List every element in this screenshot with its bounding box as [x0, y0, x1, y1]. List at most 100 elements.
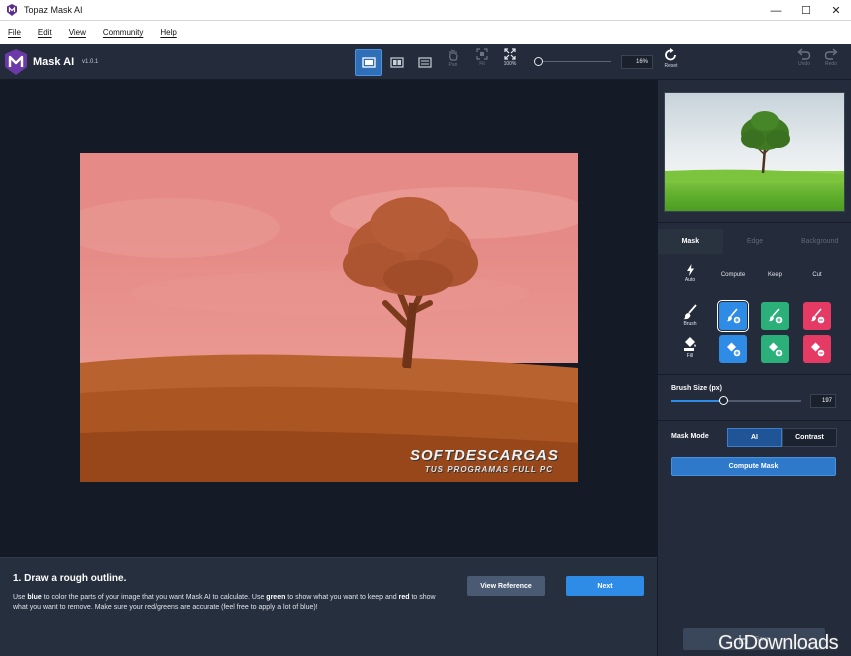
fit-label: Fit [479, 61, 485, 67]
toolbar: Mask AI v1.0.1 Pan Fit 100% Reset Undo R… [0, 44, 851, 80]
mask-mode-label: Mask Mode [671, 433, 709, 440]
masked-photo[interactable]: SOFTDESCARGAS TUS PROGRAMAS FULL PC [80, 153, 578, 482]
menu-file[interactable]: File [8, 28, 21, 37]
tree-and-field-image [80, 187, 578, 482]
mask-mode-ai-button[interactable]: AI [727, 428, 782, 447]
brush-size-value[interactable]: 197 [810, 394, 836, 408]
brush-add-icon [726, 308, 741, 324]
minimize-button[interactable]: — [761, 0, 791, 21]
single-view-button[interactable] [355, 49, 382, 76]
brush-label: Brush [683, 321, 697, 327]
compute-brush-button[interactable] [717, 300, 749, 332]
menu-community[interactable]: Community [103, 28, 143, 37]
keep-fill-button[interactable] [761, 335, 789, 363]
fill-cut-icon [811, 342, 825, 357]
step-heading: 1. Draw a rough outline. [13, 573, 127, 584]
menu-view[interactable]: View [69, 28, 86, 37]
preview-tree-image [665, 111, 844, 183]
brush-keep-icon [768, 308, 783, 324]
menu-bar: File Edit View Community Help [0, 21, 851, 44]
tab-edge[interactable]: Edge [723, 229, 788, 254]
paint-bucket-icon [684, 337, 696, 351]
undo-icon [797, 48, 811, 60]
image-canvas[interactable]: SOFTDESCARGAS TUS PROGRAMAS FULL PC [0, 80, 657, 557]
pan-tool[interactable]: Pan [441, 48, 465, 76]
zoom-slider-track[interactable] [541, 61, 611, 62]
app-name: Mask AI [33, 56, 75, 68]
single-view-icon [361, 57, 376, 68]
cut-brush-button[interactable] [803, 302, 831, 330]
hand-icon [449, 49, 458, 61]
mask-mode-contrast-button[interactable]: Contrast [782, 428, 837, 447]
brush-size-handle[interactable] [719, 396, 728, 405]
desc-text-1: Use [13, 594, 28, 601]
reset-icon [665, 48, 676, 61]
pan-label: Pan [448, 62, 458, 68]
brush-size-fill [671, 400, 724, 402]
cut-fill-button[interactable] [803, 335, 831, 363]
navigator-preview[interactable] [664, 92, 845, 212]
godownloads-watermark: GoDownloads [718, 632, 839, 654]
desc-green: green [266, 594, 286, 601]
fit-screen-icon [476, 48, 488, 60]
brush-cut-icon [810, 308, 825, 324]
zoom-100-button[interactable]: 100% [498, 48, 522, 76]
view-reference-button[interactable]: View Reference [467, 576, 545, 596]
fit-button[interactable]: Fit [470, 48, 494, 76]
menu-edit[interactable]: Edit [38, 28, 52, 37]
right-panel: Mask Edge Background Auto Compute Keep C… [657, 80, 851, 656]
side-by-side-view-button[interactable] [411, 49, 438, 76]
side-by-side-view-icon [417, 57, 432, 68]
fill-add-icon [727, 342, 741, 357]
divider [658, 222, 851, 223]
compute-mask-button[interactable]: Compute Mask [671, 457, 836, 476]
zoom-100-label: 100% [503, 61, 517, 67]
desc-red: red [398, 594, 410, 601]
redo-label: Redo [825, 61, 837, 67]
keep-brush-button[interactable] [761, 302, 789, 330]
title-bar: Topaz Mask AI — ☐ ✕ [0, 0, 851, 21]
brush-tool[interactable]: Brush [675, 304, 705, 327]
divider [658, 420, 851, 421]
instructions-panel: 1. Draw a rough outline. Use blue to col… [0, 557, 657, 656]
desc-text-2: to color the parts of your image that yo… [41, 594, 267, 601]
close-button[interactable]: ✕ [821, 0, 851, 21]
lightning-icon [686, 264, 694, 276]
keep-column-label: Keep [767, 272, 782, 278]
reset-label: Reset [664, 63, 678, 69]
divider [658, 374, 851, 375]
tab-background[interactable]: Background [787, 229, 851, 254]
tab-mask[interactable]: Mask [658, 229, 723, 254]
fill-tool[interactable]: Fill [675, 336, 705, 359]
compute-fill-button[interactable] [719, 335, 747, 363]
panel-tabs: Mask Edge Background [658, 229, 851, 254]
brush-size-label: Brush Size (px) [671, 385, 722, 392]
maximize-button[interactable]: ☐ [791, 0, 821, 21]
zoom-value-field[interactable]: 16% [621, 55, 653, 69]
menu-help[interactable]: Help [160, 28, 176, 37]
mask-ai-logo-icon [5, 49, 27, 75]
softdescargas-watermark: SOFTDESCARGAS [410, 447, 559, 464]
next-button[interactable]: Next [566, 576, 644, 596]
topaz-app-icon [7, 4, 17, 16]
step-description: Use blue to color the parts of your imag… [13, 593, 443, 613]
split-view-button[interactable] [383, 49, 410, 76]
fill-keep-icon [769, 342, 783, 357]
undo-label: Undo [798, 61, 810, 67]
desc-text-3: to show what you want to keep and [285, 594, 399, 601]
auto-label: Auto [684, 277, 696, 283]
expand-icon [504, 48, 516, 60]
auto-tool[interactable]: Auto [675, 264, 705, 283]
app-version: v1.0.1 [82, 59, 99, 65]
zoom-slider-handle[interactable] [534, 57, 543, 66]
split-view-icon [389, 57, 404, 68]
undo-button[interactable]: Undo [792, 48, 816, 76]
reset-button[interactable]: Reset [659, 48, 683, 76]
redo-button[interactable]: Redo [819, 48, 843, 76]
compute-column-label: Compute [720, 272, 746, 278]
softdescargas-subtitle: TUS PROGRAMAS FULL PC [425, 465, 553, 474]
window-title: Topaz Mask AI [24, 5, 83, 15]
cut-column-label: Cut [812, 272, 822, 278]
fill-label: Fill [686, 353, 694, 359]
brush-icon [683, 304, 697, 320]
